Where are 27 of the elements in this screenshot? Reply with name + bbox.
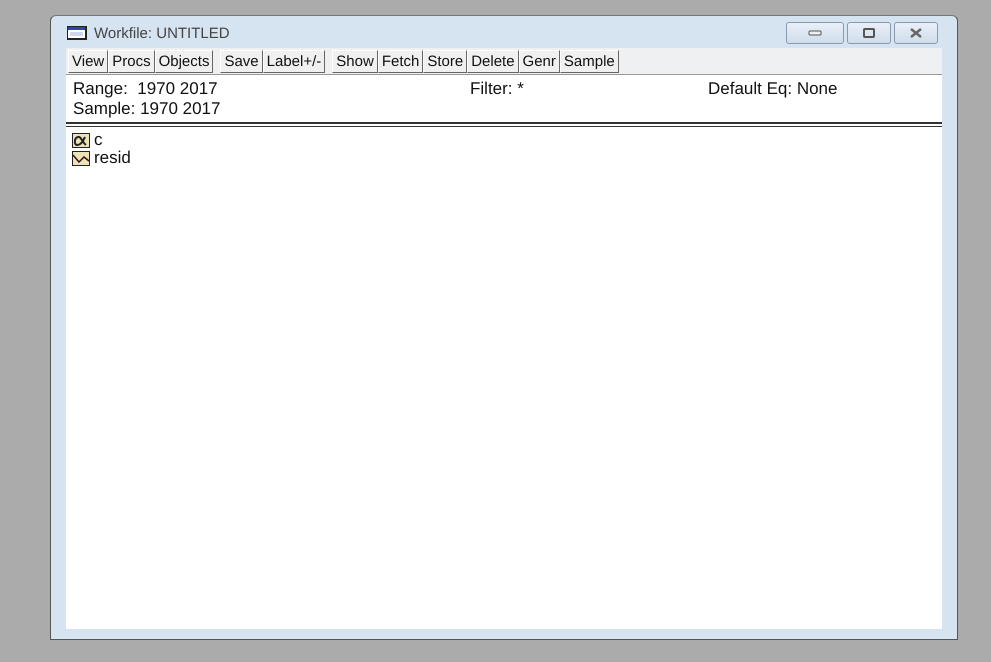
filter-label: Filter: *	[470, 79, 525, 100]
maximize-icon	[862, 28, 876, 38]
toolbar-button[interactable]: Objects	[154, 50, 214, 72]
toolbar-button[interactable]: Save	[220, 50, 263, 72]
toolbar-button[interactable]: Procs	[108, 50, 155, 72]
toolbar-button[interactable]: Delete	[467, 50, 519, 72]
sample-label: Sample: 1970 2017	[73, 99, 222, 119]
object-name[interactable]: c	[94, 130, 102, 150]
close-button[interactable]	[894, 22, 938, 44]
close-icon	[908, 28, 924, 38]
minimize-button[interactable]	[786, 22, 844, 44]
window-title: Workfile: UNTITLED	[94, 24, 230, 42]
window-icon	[66, 25, 88, 41]
toolbar-button[interactable]: Show	[332, 50, 378, 72]
object-name[interactable]: resid	[94, 148, 131, 168]
toolbar-button[interactable]: Store	[423, 50, 468, 72]
toolbar-button[interactable]: Fetch	[378, 50, 424, 72]
toolbar-button[interactable]: Label+/-	[262, 50, 326, 72]
toolbar-button[interactable]: Genr	[518, 50, 560, 72]
line-chart-icon	[72, 150, 90, 166]
toolbar-button[interactable]: Sample	[560, 50, 619, 72]
range-label: Range: 1970 2017	[73, 79, 219, 99]
minimize-icon	[808, 29, 822, 37]
maximize-button[interactable]	[847, 22, 891, 44]
default-eq-label: Default Eq: None	[708, 79, 838, 100]
alpha-icon	[72, 132, 90, 148]
toolbar-button[interactable]: View	[68, 50, 108, 72]
